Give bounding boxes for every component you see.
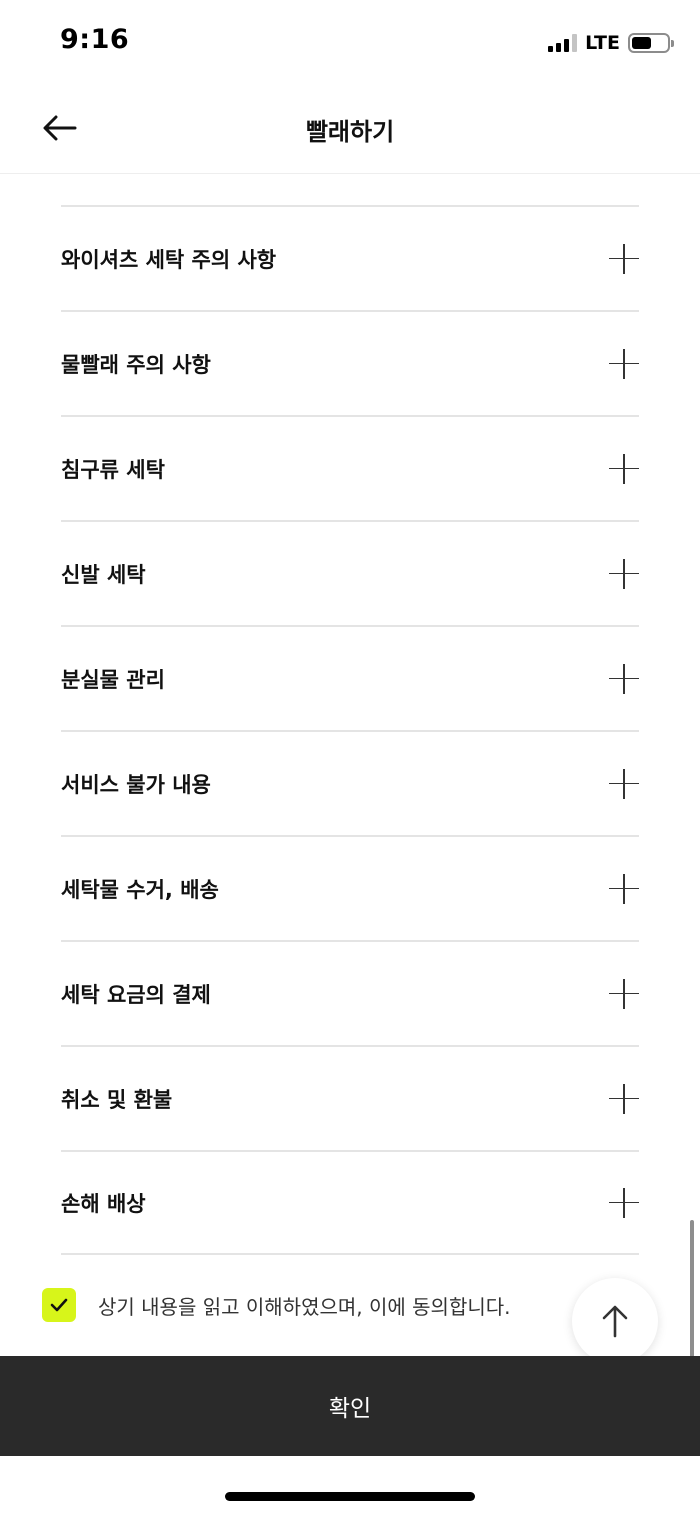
status-indicators: LTE [548, 30, 674, 56]
section-item-pickup-delivery[interactable]: 세탁물 수거, 배송 [61, 835, 639, 940]
page-title: 빨래하기 [305, 118, 395, 146]
header: 빨래하기 [0, 84, 700, 174]
section-item-compensation[interactable]: 손해 배상 [61, 1150, 639, 1255]
plus-icon [609, 348, 639, 379]
plus-icon [609, 243, 639, 274]
section-label: 신발 세탁 [61, 562, 146, 587]
section-item-cancel-refund[interactable]: 취소 및 환불 [61, 1045, 639, 1150]
home-indicator [225, 1492, 475, 1501]
section-item-shoes[interactable]: 신발 세탁 [61, 520, 639, 625]
scroll-to-top-button[interactable] [572, 1278, 658, 1364]
network-label: LTE [585, 32, 620, 54]
status-bar: 9:16 LTE [0, 0, 700, 84]
plus-icon [609, 558, 639, 589]
section-label: 세탁물 수거, 배송 [61, 877, 219, 902]
plus-icon [609, 1083, 639, 1114]
agree-checkbox[interactable] [42, 1288, 76, 1322]
section-label: 물빨래 주의 사항 [61, 352, 211, 377]
section-label: 세탁 요금의 결제 [61, 982, 211, 1007]
plus-icon [609, 1187, 639, 1218]
section-item-lost-items[interactable]: 분실물 관리 [61, 625, 639, 730]
section-item-bedding[interactable]: 침구류 세탁 [61, 415, 639, 520]
confirm-button[interactable]: 확인 [0, 1356, 700, 1456]
agreement-text: 상기 내용을 읽고 이해하였으며, 이에 동의합니다. [98, 1294, 511, 1319]
section-item-payment[interactable]: 세탁 요금의 결제 [61, 940, 639, 1045]
section-label: 서비스 불가 내용 [61, 772, 211, 797]
arrow-up-icon [602, 1305, 628, 1338]
signal-icon [548, 34, 578, 52]
terms-section-list: 와이셔츠 세탁 주의 사항 물빨래 주의 사항 침구류 세탁 신발 세탁 분실물… [61, 205, 639, 1255]
section-item-water-wash[interactable]: 물빨래 주의 사항 [61, 310, 639, 415]
section-item-unavailable-service[interactable]: 서비스 불가 내용 [61, 730, 639, 835]
section-label: 취소 및 환불 [61, 1087, 173, 1112]
plus-icon [609, 453, 639, 484]
section-item-shirt-care[interactable]: 와이셔츠 세탁 주의 사항 [61, 205, 639, 310]
plus-icon [609, 873, 639, 904]
plus-icon [609, 663, 639, 694]
section-label: 침구류 세탁 [61, 457, 165, 482]
section-label: 손해 배상 [61, 1191, 146, 1216]
section-label: 와이셔츠 세탁 주의 사항 [61, 247, 277, 272]
battery-icon [628, 33, 674, 53]
section-label: 분실물 관리 [61, 667, 165, 692]
agreement-row: 상기 내용을 읽고 이해하였으며, 이에 동의합니다. [42, 1288, 511, 1322]
plus-icon [609, 978, 639, 1009]
check-icon [50, 1298, 68, 1312]
status-time: 9:16 [60, 24, 130, 55]
battery-level [632, 37, 651, 49]
plus-icon [609, 768, 639, 799]
